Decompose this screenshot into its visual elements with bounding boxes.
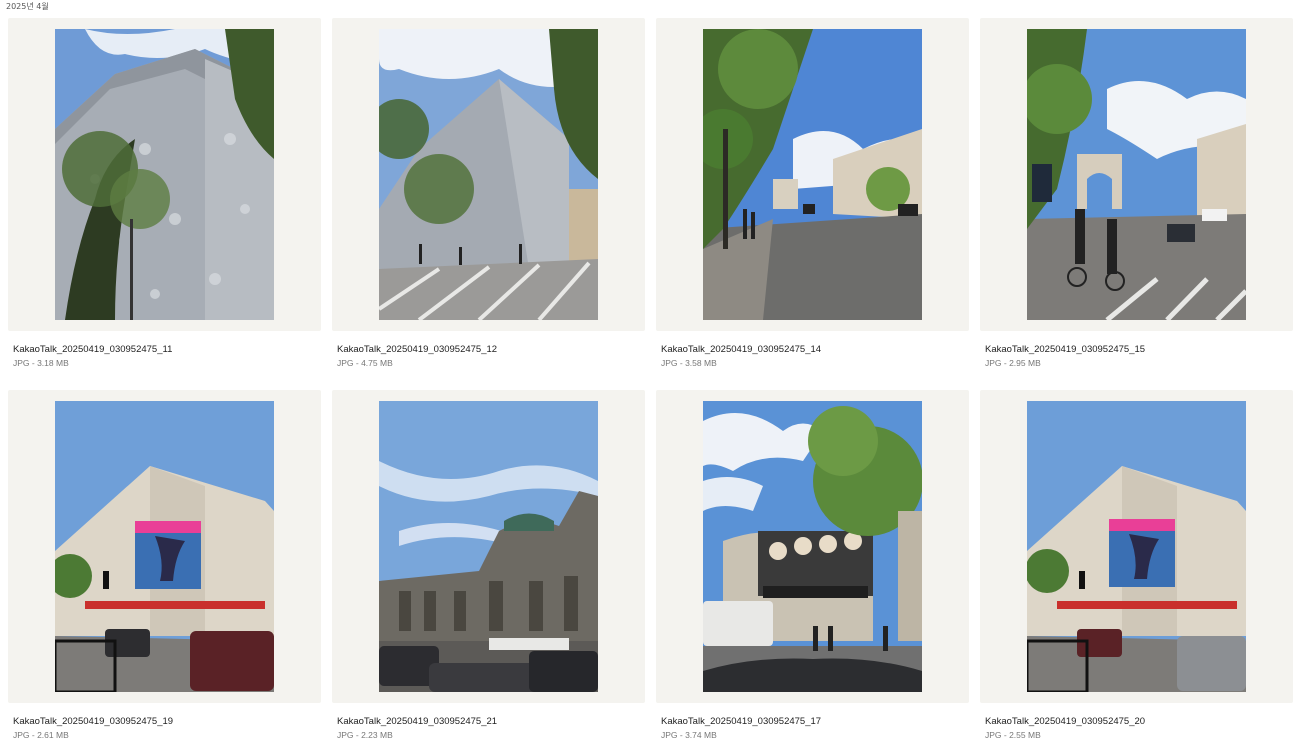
file-name[interactable]: KakaoTalk_20250419_030952475_19 [13,716,313,727]
thumbnail-frame[interactable] [8,390,321,703]
thumbnail-frame[interactable] [656,390,969,703]
file-meta: JPG - 2.61 MB [13,730,69,740]
photo-opera-sky [379,401,598,692]
thumbnail-frame[interactable] [332,390,645,703]
thumbnail-frame[interactable] [980,390,1293,703]
section-date-header: 2025년 4월 [6,2,49,11]
photo-galeries-billboard [1027,401,1246,692]
photo-thumbnail[interactable] [55,29,274,320]
photo-lv-building-close [55,29,274,320]
thumbnail-frame[interactable] [8,18,321,331]
photo-thumbnail[interactable] [1027,29,1246,320]
file-meta: JPG - 2.23 MB [337,730,393,740]
file-name[interactable]: KakaoTalk_20250419_030952475_15 [985,344,1285,355]
photo-thumbnail[interactable] [703,401,922,692]
photo-thumbnail[interactable] [379,29,598,320]
photo-thumbnail[interactable] [1027,401,1246,692]
photo-thumbnail[interactable] [379,401,598,692]
photo-avenue-arc [703,29,922,320]
file-name[interactable]: KakaoTalk_20250419_030952475_20 [985,716,1285,727]
thumbnail-frame[interactable] [656,18,969,331]
photo-ralph-lauren-billboard [703,401,922,692]
photo-thumbnail[interactable] [703,29,922,320]
photo-thumbnail[interactable] [55,401,274,692]
photo-arc-cyclists [1027,29,1246,320]
file-meta: JPG - 2.95 MB [985,358,1041,368]
file-meta: JPG - 4.75 MB [337,358,393,368]
photo-galeries-billboard [55,401,274,692]
gallery-page: 2025년 4월 KakaoTalk_20250419_030952475_11… [0,0,1298,750]
file-name[interactable]: KakaoTalk_20250419_030952475_14 [661,344,961,355]
file-meta: JPG - 3.18 MB [13,358,69,368]
file-meta: JPG - 3.58 MB [661,358,717,368]
file-name[interactable]: KakaoTalk_20250419_030952475_21 [337,716,637,727]
photo-lv-building-wide [379,29,598,320]
file-name[interactable]: KakaoTalk_20250419_030952475_17 [661,716,961,727]
thumbnail-frame[interactable] [980,18,1293,331]
file-meta: JPG - 3.74 MB [661,730,717,740]
file-name[interactable]: KakaoTalk_20250419_030952475_11 [13,344,313,355]
file-name[interactable]: KakaoTalk_20250419_030952475_12 [337,344,637,355]
file-meta: JPG - 2.55 MB [985,730,1041,740]
photo-grid: KakaoTalk_20250419_030952475_11 JPG - 3.… [8,18,1293,750]
thumbnail-frame[interactable] [332,18,645,331]
